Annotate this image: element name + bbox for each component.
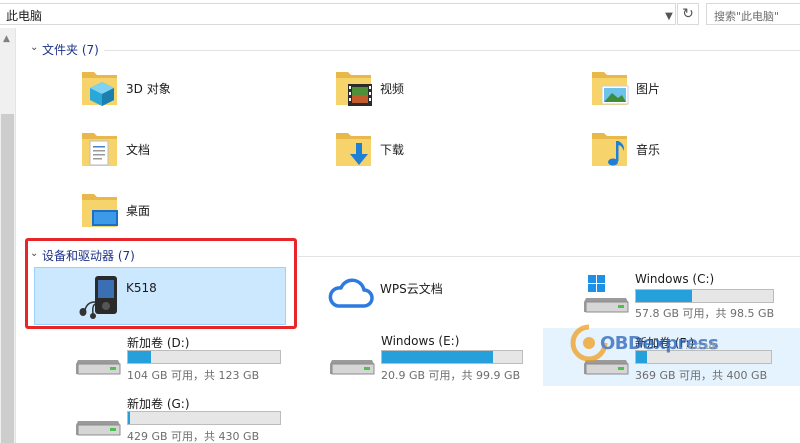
folder-label: 3D 对象 bbox=[126, 82, 171, 96]
drive-name: 新加卷 (G:) bbox=[127, 397, 190, 411]
drive-space-info: 429 GB 可用，共 430 GB bbox=[127, 430, 260, 443]
refresh-icon[interactable]: ↻ bbox=[677, 3, 699, 25]
folder-label: 图片 bbox=[636, 82, 661, 96]
section-header-folders[interactable]: ⌄ 文件夹 (7) bbox=[30, 41, 800, 59]
scroll-up-arrow-icon[interactable]: ▲ bbox=[3, 34, 10, 44]
watermark-suffix: .co.uk bbox=[685, 339, 718, 352]
scrollbar-thumb[interactable] bbox=[1, 114, 14, 443]
drive-space-info: 57.8 GB 可用，共 98.5 GB bbox=[635, 307, 775, 320]
drive-name: 新加卷 (D:) bbox=[127, 336, 190, 350]
folder-item-documents[interactable]: 文档 bbox=[80, 127, 280, 179]
drive-usage-fill bbox=[128, 412, 130, 424]
drive-item-d[interactable]: 新加卷 (D:) 104 GB 可用，共 123 GB bbox=[76, 334, 286, 394]
drive-space-info: 104 GB 可用，共 123 GB bbox=[127, 369, 260, 382]
hard-drive-icon bbox=[76, 360, 121, 375]
device-item-wps-cloud[interactable]: WPS云文档 bbox=[328, 272, 548, 332]
search-input[interactable]: 搜索"此电脑" bbox=[714, 8, 779, 24]
chevron-down-icon[interactable]: ⌄ bbox=[30, 42, 38, 53]
drive-space-info: 20.9 GB 可用，共 99.9 GB bbox=[381, 369, 521, 382]
scrollbar[interactable]: ▲ bbox=[0, 28, 16, 443]
folder-item-music[interactable]: 音乐 bbox=[590, 127, 790, 179]
hard-drive-icon bbox=[330, 360, 375, 375]
drive-usage-fill bbox=[382, 351, 493, 363]
section-label: 文件夹 (7) bbox=[42, 43, 99, 57]
toolbar: 此电脑 ▼ ↻ 搜索"此电脑" bbox=[0, 0, 800, 28]
drive-item-g[interactable]: 新加卷 (G:) 429 GB 可用，共 430 GB bbox=[76, 395, 286, 443]
chevron-down-icon[interactable]: ▼ bbox=[662, 9, 676, 25]
windows-drive-icon bbox=[584, 275, 629, 313]
folder-item-downloads[interactable]: 下载 bbox=[334, 127, 534, 179]
cloud-icon bbox=[328, 278, 374, 308]
folder-label: 桌面 bbox=[126, 204, 151, 218]
folder-item-desktop[interactable]: 桌面 bbox=[80, 188, 280, 240]
music-folder-icon bbox=[592, 133, 627, 166]
drive-space-info: 369 GB 可用，共 400 GB bbox=[635, 369, 768, 382]
folder-item-3d-objects[interactable]: 3D 对象 bbox=[80, 66, 280, 118]
address-path[interactable]: 此电脑 bbox=[6, 7, 42, 24]
highlight-box bbox=[25, 238, 297, 329]
folder-item-videos[interactable]: 视频 bbox=[334, 66, 534, 118]
documents-folder-icon bbox=[82, 133, 117, 166]
folder-label: 音乐 bbox=[636, 143, 661, 157]
section-divider bbox=[104, 50, 800, 51]
watermark: OBDexpress .co.uk bbox=[570, 322, 720, 366]
pictures-folder-icon bbox=[592, 72, 629, 105]
folder-label: 下载 bbox=[380, 143, 405, 157]
desktop-folder-icon bbox=[82, 194, 118, 227]
search-box[interactable]: 搜索"此电脑" bbox=[706, 3, 800, 25]
folder-item-pictures[interactable]: 图片 bbox=[590, 66, 790, 118]
folder-label: 视频 bbox=[380, 82, 405, 96]
drive-usage-bar bbox=[635, 289, 774, 303]
drive-item-e[interactable]: Windows (E:) 20.9 GB 可用，共 99.9 GB bbox=[330, 334, 540, 394]
device-name: WPS云文档 bbox=[380, 282, 443, 296]
drive-name: Windows (E:) bbox=[381, 334, 460, 348]
hard-drive-icon bbox=[76, 421, 121, 436]
3d-objects-folder-icon bbox=[82, 72, 117, 106]
address-bar[interactable]: 此电脑 ▼ bbox=[0, 3, 676, 25]
section-divider bbox=[298, 256, 800, 257]
drive-usage-bar bbox=[127, 350, 281, 364]
drive-usage-fill bbox=[636, 290, 693, 302]
drive-name: Windows (C:) bbox=[635, 272, 715, 286]
videos-folder-icon bbox=[336, 72, 372, 106]
drive-usage-fill bbox=[128, 351, 151, 363]
downloads-folder-icon bbox=[336, 133, 371, 166]
folder-label: 文档 bbox=[126, 143, 151, 157]
drive-usage-bar bbox=[127, 411, 281, 425]
drive-usage-bar bbox=[381, 350, 523, 364]
